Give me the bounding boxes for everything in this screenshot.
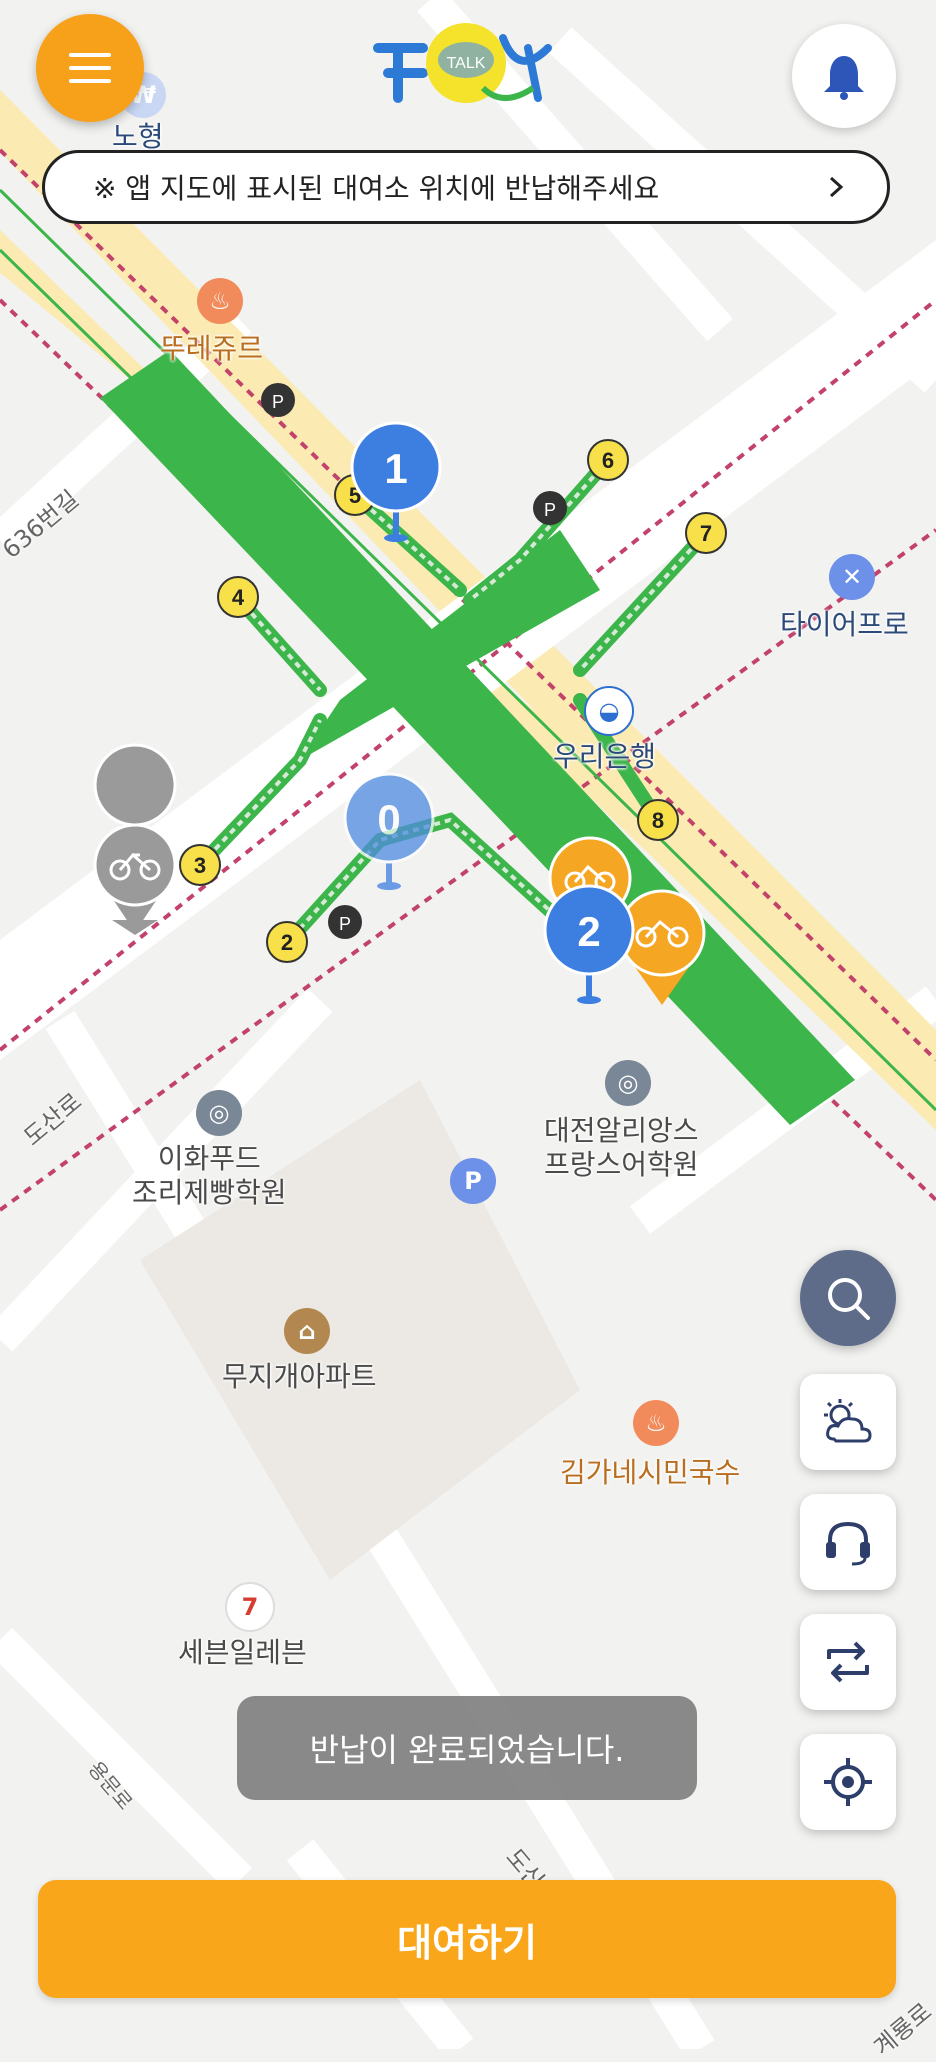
svg-text:4: 4 [232,585,245,610]
switch-button[interactable] [800,1614,896,1710]
search-icon [828,1278,870,1320]
apartment-icon: ⌂ [284,1308,330,1354]
logo-talk-label: TALK [447,55,486,72]
exit-badge-2: 2 [266,921,308,963]
svg-text:2: 2 [577,908,600,955]
menu-icon [69,53,111,83]
school-icon: ◎ [605,1060,651,1106]
svg-text:0: 0 [377,796,400,843]
wrench-icon: ✕ [829,554,875,600]
poi-label-seven: 세븐일레븐 [178,1636,307,1669]
poi-label-muji: 무지개아파트 [222,1360,377,1393]
exit-badge-8: 8 [637,799,679,841]
svg-text:P: P [272,392,284,412]
parking-icon: P [261,383,295,417]
rent-button[interactable]: 대여하기 [38,1880,896,1998]
my-location-button[interactable] [800,1734,896,1830]
svg-text:P: P [339,914,351,934]
toast-message: 반납이 완료되었습니다. [237,1696,697,1800]
app-logo: TALK [368,8,568,118]
exit-badge-3: 3 [179,844,221,886]
notice-text: ※ 앱 지도에 표시된 대여소 위치에 반납해주세요 [93,172,660,205]
svg-text:7: 7 [700,521,712,546]
poi-label-woori: 우리은행 [553,740,657,773]
parking-icon: P [328,905,362,939]
convenience-store-icon: 7 [225,1582,275,1632]
chevron-right-icon [829,176,844,198]
search-button[interactable] [800,1250,896,1346]
headset-icon [826,1521,870,1566]
poi-label-ihwa: 이화푸드 조리제빵학원 [132,1142,287,1209]
exit-badge-4: 4 [217,576,259,618]
locate-icon [824,1758,872,1806]
weather-icon [824,1399,872,1443]
poi-label-tirepro: 타이어프로 [780,608,909,641]
swap-icon [827,1641,869,1683]
restaurant-icon: ♨ [197,278,243,324]
support-button[interactable] [800,1494,896,1590]
poi-label-partial: 노형 [112,120,164,153]
svg-text:8: 8 [652,808,664,833]
restaurant-icon: ♨ [633,1400,679,1446]
svg-text:1: 1 [384,445,407,492]
svg-text:2: 2 [281,930,293,955]
svg-text:3: 3 [194,853,206,878]
parking-icon: P [533,491,567,525]
exit-badge-6: 6 [587,439,629,481]
bell-icon [824,56,864,100]
weather-button[interactable] [800,1374,896,1470]
school-icon: ◎ [196,1090,242,1136]
svg-text:P: P [544,500,556,520]
svg-text:6: 6 [602,448,614,473]
notification-button[interactable] [792,24,896,128]
poi-label-alliance: 대전알리앙스 프랑스어학원 [544,1114,699,1181]
notice-banner[interactable]: ※ 앱 지도에 표시된 대여소 위치에 반납해주세요 [42,150,890,224]
poi-label-kimga: 김가네시민국수 [560,1456,741,1489]
menu-button[interactable] [36,14,144,122]
parking-icon: P [450,1158,496,1204]
exit-badge-7: 7 [685,512,727,554]
bank-icon: ◒ [584,686,634,736]
poi-label-ttreju: 뚜레쥬르 [160,332,264,365]
